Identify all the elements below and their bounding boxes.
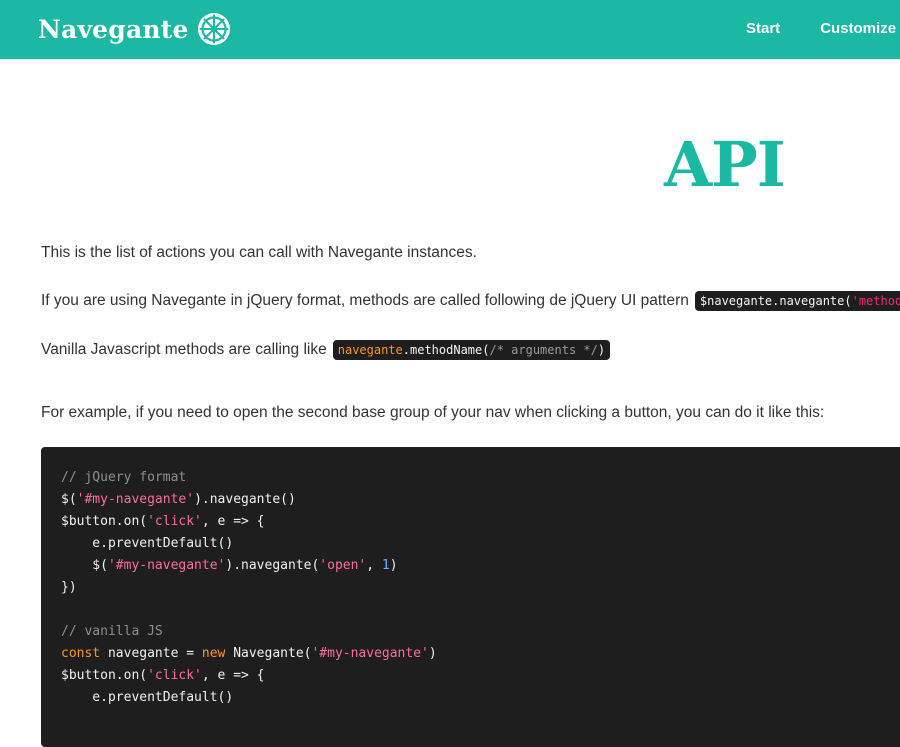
- jquery-inline-code: $navegante.navegante('method: [694, 291, 900, 311]
- brand-name: Navegante: [38, 14, 189, 44]
- jquery-code-prefix: $navegante.navegante(: [699, 294, 852, 308]
- nav-start-link[interactable]: Start: [746, 20, 780, 37]
- code-line: }): [61, 577, 900, 599]
- code-token: $button.on(: [61, 668, 148, 683]
- jquery-usage-label: If you are using Navegante in jQuery for…: [41, 292, 689, 310]
- brand-logo-link[interactable]: Navegante: [38, 12, 231, 46]
- vanilla-usage-text: Vanilla Javascript methods are calling l…: [41, 340, 611, 360]
- vanilla-code-obj: navegante: [337, 343, 403, 357]
- code-line: // vanilla JS: [61, 621, 900, 643]
- code-line: e.preventDefault(): [61, 687, 900, 709]
- ship-wheel-icon: [197, 13, 230, 45]
- code-token: $button.on(: [61, 514, 148, 529]
- code-example: // jQuery format $('#my-navegante').naveg…: [41, 447, 900, 729]
- code-token: $(: [61, 558, 108, 573]
- code-token: 'click': [147, 514, 202, 529]
- code-line: const navegante = new Navegante('#my-nav…: [61, 643, 900, 665]
- jquery-usage-text: If you are using Navegante in jQuery for…: [41, 291, 900, 311]
- code-line: e.preventDefault(): [61, 533, 900, 555]
- vanilla-code-comment: /* arguments */: [489, 343, 598, 357]
- code-token: ): [428, 646, 437, 661]
- code-line: $button.on('click', e => {: [61, 511, 900, 533]
- code-token: // jQuery format: [61, 470, 187, 485]
- code-example-block: // jQuery format $('#my-navegante').naveg…: [41, 447, 900, 747]
- code-token: '#my-navegante': [107, 558, 226, 573]
- code-token: , e => {: [201, 514, 265, 529]
- code-token: ): [389, 558, 398, 573]
- code-token: 'click': [147, 668, 202, 683]
- code-token: e.preventDefault(): [61, 690, 234, 705]
- code-token: 1: [381, 558, 390, 573]
- code-token: const: [61, 646, 101, 661]
- main-nav: Start Customize: [746, 20, 896, 37]
- code-token: }): [61, 580, 77, 595]
- code-token: navegante =: [100, 646, 202, 661]
- example-text: For example, if you need to open the sec…: [41, 404, 825, 421]
- code-line: $('#my-navegante').navegante('open', 1): [61, 555, 900, 577]
- code-token: ).navegante(): [194, 492, 296, 507]
- code-token: e.preventDefault(): [61, 536, 234, 551]
- code-token: new: [201, 646, 226, 661]
- code-token: ).navegante(: [225, 558, 320, 573]
- code-line: $('#my-navegante').navegante(): [61, 489, 900, 511]
- code-token: ,: [366, 558, 382, 573]
- code-line: $button.on('click', e => {: [61, 665, 900, 687]
- code-token: '#my-navegante': [76, 492, 195, 507]
- code-token: // vanilla JS: [61, 624, 163, 639]
- page-title: API: [664, 128, 786, 201]
- code-token: '#my-navegante': [311, 646, 429, 661]
- top-navbar: Navegante Start Customize: [0, 0, 900, 59]
- code-token: 'open': [319, 558, 367, 573]
- code-line: // jQuery format: [61, 467, 900, 489]
- intro-text: This is the list of actions you can call…: [41, 244, 477, 261]
- code-token: , e => {: [201, 668, 265, 683]
- code-token: $(: [61, 492, 77, 507]
- vanilla-code-close: ): [597, 343, 606, 357]
- nav-customize-link[interactable]: Customize: [820, 20, 896, 37]
- jquery-code-arg: 'method: [851, 294, 900, 308]
- vanilla-usage-label: Vanilla Javascript methods are calling l…: [41, 341, 327, 359]
- vanilla-code-method: .methodName(: [402, 343, 490, 357]
- code-token: Navegante(: [225, 646, 312, 661]
- vanilla-inline-code: navegante.methodName(/* arguments */): [332, 340, 611, 360]
